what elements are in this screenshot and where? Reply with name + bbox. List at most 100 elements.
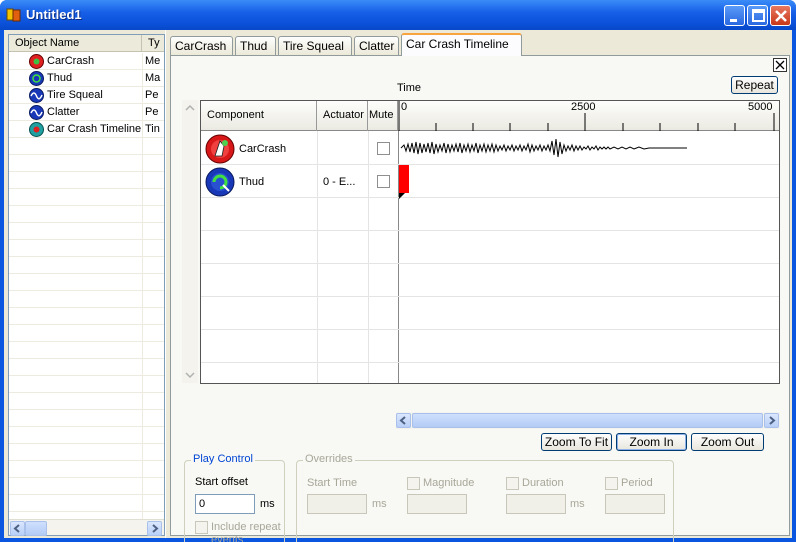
table-row[interactable]: Thud 0 - E...: [201, 165, 779, 199]
time-ruler[interactable]: 0 2500 5000: [398, 101, 779, 131]
play-control-group: Play Control Start offset 0 ms Include r…: [184, 453, 285, 542]
timeline-grid[interactable]: Component Actuator Mute 0 2500 5000 CarC…: [200, 100, 780, 384]
list-item-type: Tin: [145, 123, 160, 135]
list-item[interactable]: Tire Squeal Pe: [9, 87, 164, 104]
carcrash-icon: [205, 134, 235, 164]
app-window: Untitled1 Object Name Ty CarCrash Me Thu…: [0, 0, 796, 542]
carcrash-icon: [29, 54, 44, 69]
window-title: Untitled1: [26, 7, 82, 22]
start-offset-input[interactable]: 0: [195, 494, 255, 514]
zoom-out-button[interactable]: Zoom Out: [691, 433, 764, 451]
tab-thud[interactable]: Thud: [235, 36, 276, 55]
maximize-button[interactable]: [747, 5, 768, 26]
tab-tire-squeal[interactable]: Tire Squeal: [278, 36, 352, 55]
zoom-to-fit-button[interactable]: Zoom To Fit: [541, 433, 612, 451]
tab-clatter[interactable]: Clatter: [354, 36, 399, 55]
app-icon: [6, 8, 21, 22]
include-repeat-label-2: events: [211, 534, 244, 542]
pane-splitter[interactable]: [165, 30, 167, 538]
zoom-in-button[interactable]: Zoom In: [616, 433, 687, 451]
mute-checkbox[interactable]: [377, 142, 390, 155]
close-icon: [775, 60, 785, 70]
period-input[interactable]: [605, 494, 665, 514]
list-item-type: Me: [145, 55, 161, 67]
tab-car-crash-timeline[interactable]: Car Crash Timeline: [401, 33, 522, 56]
timeline-hscrollbar[interactable]: [396, 412, 780, 429]
scroll-left-button[interactable]: [10, 521, 25, 536]
column-header-object-name[interactable]: Object Name: [9, 35, 142, 52]
magnitude-input[interactable]: [407, 494, 467, 514]
ruler-ticks: [398, 101, 775, 131]
scroll-right-button[interactable]: [764, 413, 779, 428]
object-list-hscrollbar[interactable]: [9, 519, 164, 536]
chevron-down-icon[interactable]: [182, 367, 198, 383]
chevron-left-icon: [13, 524, 20, 533]
close-icon: [775, 10, 787, 22]
start-time-label: Start Time: [307, 477, 358, 489]
magnitude-checkbox[interactable]: [407, 477, 420, 490]
timeline-grid-header: Component Actuator Mute 0 2500 5000: [201, 101, 779, 131]
repeat-button[interactable]: Repeat: [731, 76, 778, 94]
table-row: [201, 231, 779, 264]
column-header-mute[interactable]: Mute: [368, 101, 398, 131]
thud-icon: [29, 71, 44, 86]
overrides-group: Overrides Start Time ms Magnitude Durati…: [296, 453, 674, 542]
scroll-right-button[interactable]: [147, 521, 162, 536]
periodic-icon: [29, 105, 44, 120]
duration-checkbox[interactable]: [506, 477, 519, 490]
list-item[interactable]: Car Crash Timeline Tin: [9, 121, 164, 138]
title-bar[interactable]: Untitled1: [0, 0, 796, 30]
row-component-name: CarCrash: [239, 143, 287, 155]
column-header-actuator[interactable]: Actuator: [317, 101, 368, 131]
list-item-name: Car Crash Timeline: [47, 123, 142, 135]
table-row[interactable]: CarCrash: [201, 132, 779, 165]
scroll-left-button[interactable]: [396, 413, 411, 428]
object-list-header: Object Name Ty: [9, 35, 164, 52]
list-item-name: Clatter: [47, 106, 80, 118]
start-offset-unit: ms: [260, 498, 275, 510]
table-row: [201, 198, 779, 231]
row-component-name: Thud: [239, 176, 265, 188]
list-item[interactable]: Clatter Pe: [9, 104, 164, 121]
include-repeat-label: Include repeat: [211, 521, 281, 533]
scroll-thumb[interactable]: [25, 521, 47, 536]
chevron-right-icon: [769, 416, 776, 425]
magnitude-label: Magnitude: [423, 477, 475, 489]
table-row: [201, 264, 779, 297]
column-divider: [142, 53, 143, 519]
timeline-panel: Repeat Time Component Actuator Mute 0 25…: [170, 55, 790, 542]
thud-icon: [205, 167, 235, 197]
list-item-name: Thud: [47, 72, 73, 84]
column-header-type[interactable]: Ty: [143, 35, 163, 52]
overrides-title: Overrides: [303, 453, 355, 465]
include-repeat-checkbox[interactable]: [195, 521, 208, 534]
chevron-up-icon[interactable]: [182, 100, 198, 116]
list-item[interactable]: CarCrash Me: [9, 53, 164, 70]
timeline-vscrollbar[interactable]: [182, 100, 198, 383]
list-item[interactable]: Thud Ma: [9, 70, 164, 87]
period-label: Period: [621, 477, 653, 489]
period-checkbox[interactable]: [605, 477, 618, 490]
start-time-unit: ms: [372, 498, 387, 510]
object-list-rows: CarCrash Me Thud Ma Tire Squeal Pe Clatt…: [9, 53, 164, 519]
list-item-name: Tire Squeal: [47, 89, 103, 101]
thud-event-bar[interactable]: [399, 165, 413, 199]
duration-input[interactable]: [506, 494, 566, 514]
play-control-title: Play Control: [191, 453, 255, 465]
duration-label: Duration: [522, 477, 564, 489]
list-item-type: Ma: [145, 72, 161, 84]
mute-checkbox[interactable]: [377, 175, 390, 188]
periodic-icon: [29, 88, 44, 103]
close-panel-button[interactable]: [773, 58, 787, 72]
close-window-button[interactable]: [770, 5, 791, 26]
column-header-component[interactable]: Component: [201, 101, 317, 131]
duration-unit: ms: [570, 498, 585, 510]
maximize-icon: [752, 9, 765, 22]
start-time-input[interactable]: [307, 494, 367, 514]
tab-carcrash[interactable]: CarCrash: [170, 36, 233, 55]
scroll-thumb[interactable]: [412, 413, 763, 428]
timeline-icon: [29, 122, 44, 137]
object-list[interactable]: Object Name Ty CarCrash Me Thud Ma Tire …: [8, 34, 165, 536]
client-area: Object Name Ty CarCrash Me Thud Ma Tire …: [4, 30, 792, 542]
minimize-button[interactable]: [724, 5, 745, 26]
